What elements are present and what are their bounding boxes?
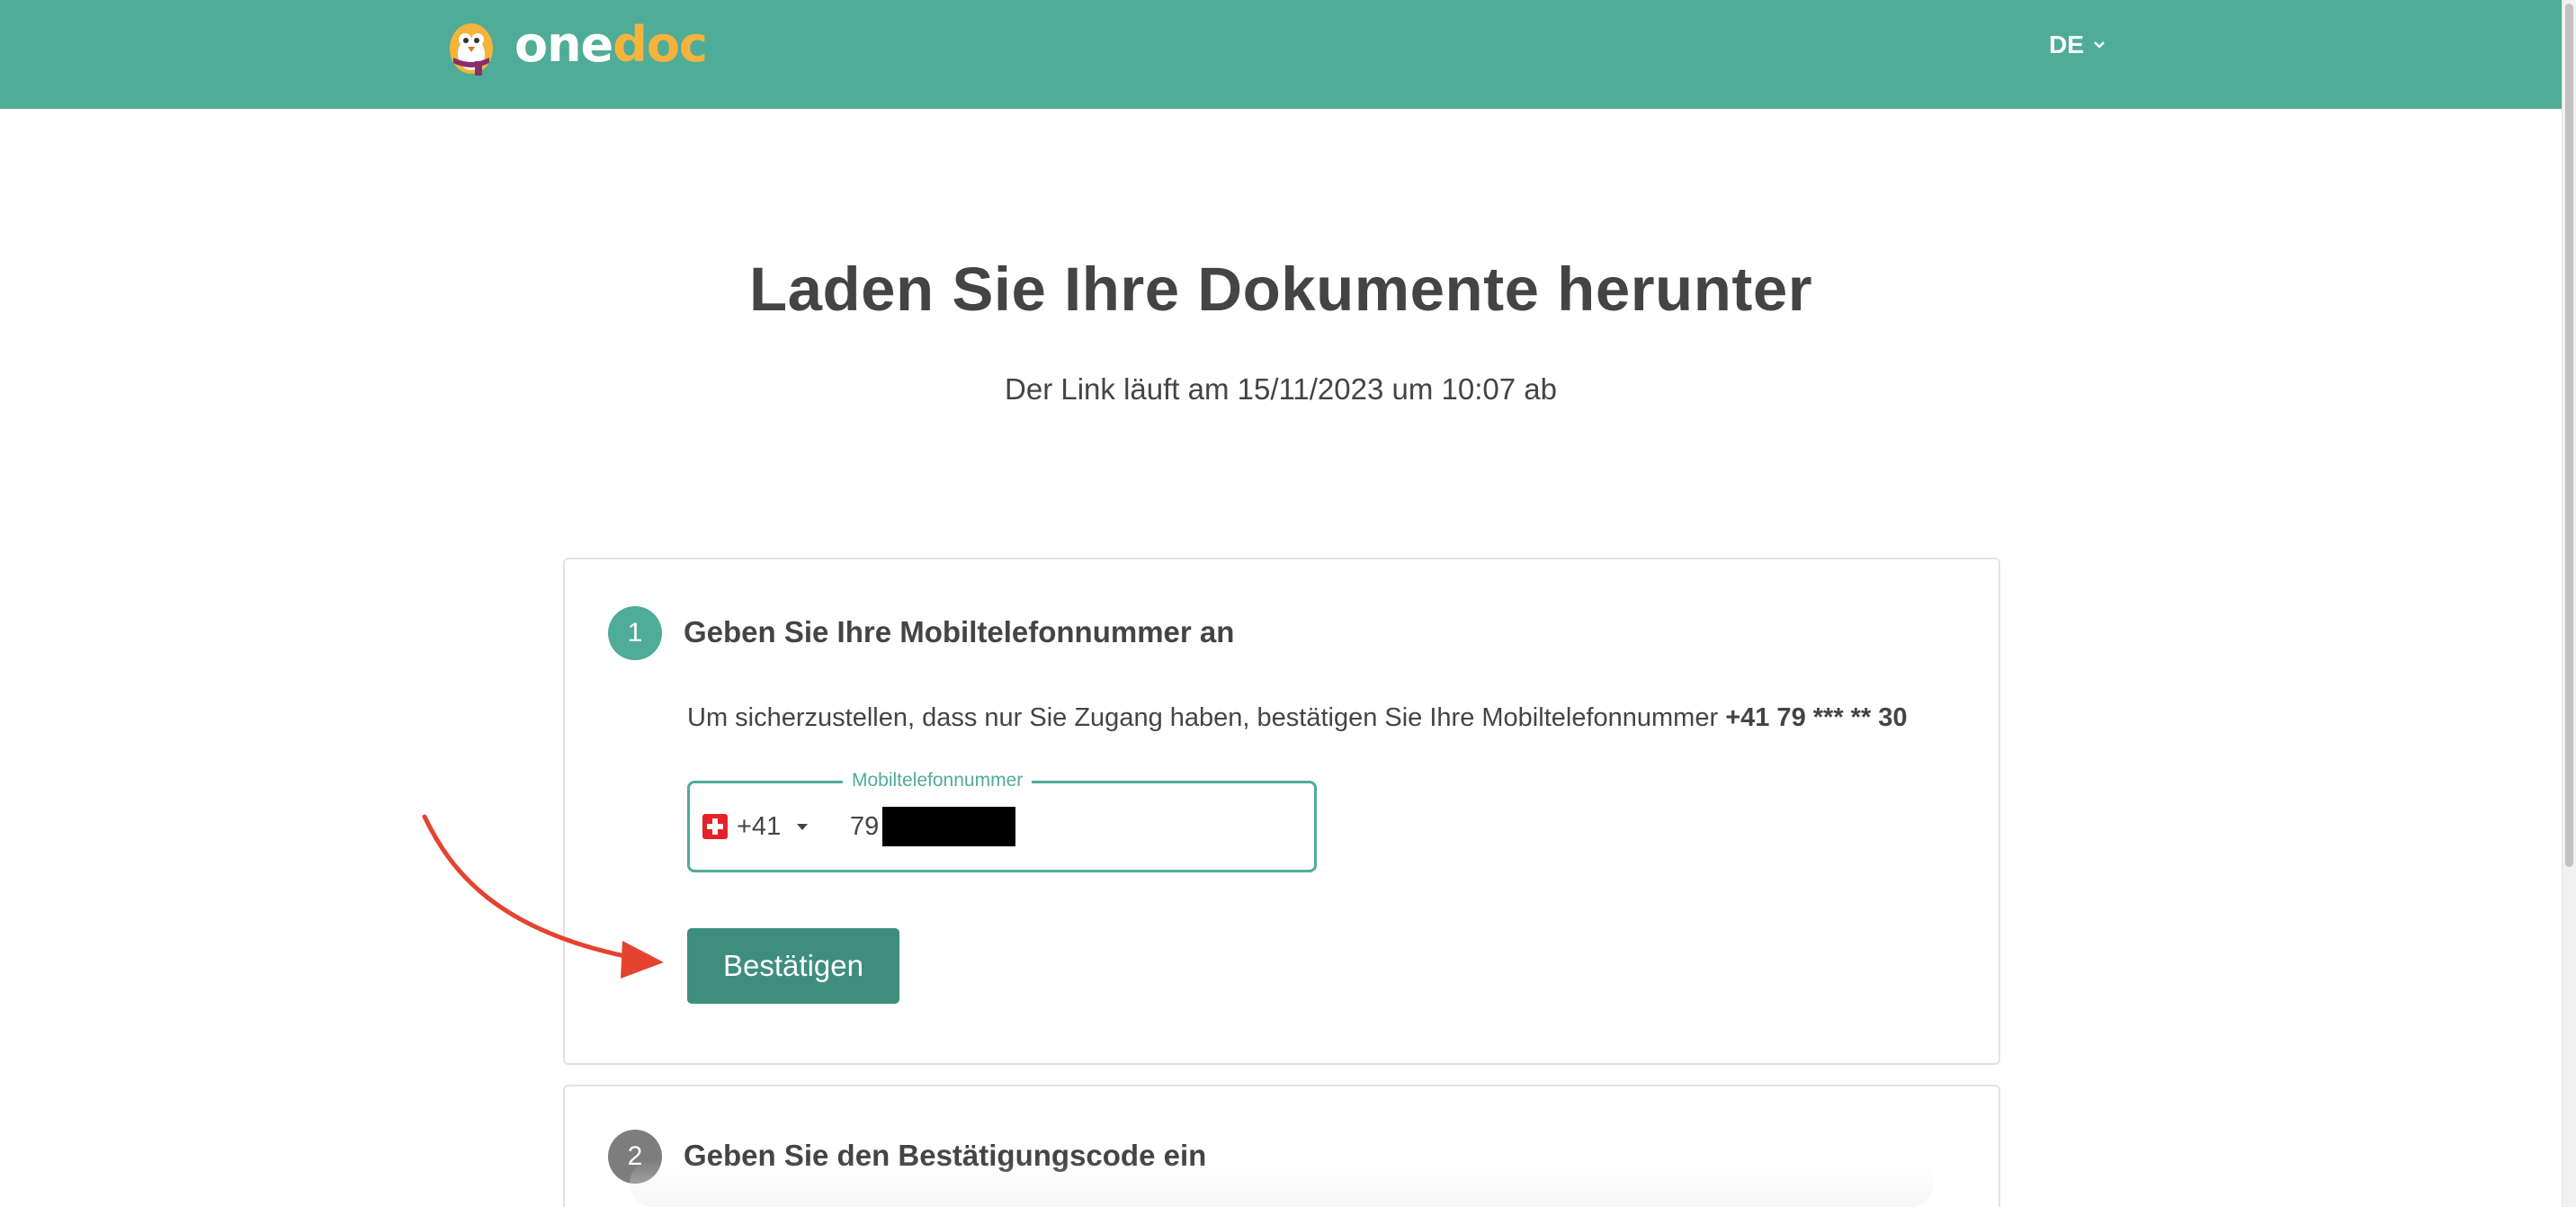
bottom-fade — [630, 1160, 1934, 1207]
phone-number-field[interactable]: Mobiltelefonnummer +41 79 — [687, 769, 1317, 872]
annotation-arrow-icon — [422, 814, 664, 979]
dial-code: +41 — [737, 811, 782, 841]
scrollbar-thumb[interactable] — [2565, 4, 2573, 867]
phone-instruction: Um sicherzustellen, dass nur Sie Zugang … — [687, 703, 1908, 733]
step-number-badge: 1 — [608, 606, 662, 660]
brand-wordmark: onedoc — [514, 21, 708, 69]
onedoc-logo[interactable]: onedoc — [439, 13, 708, 77]
top-navigation-bar: onedoc DE — [0, 0, 2562, 109]
language-selector[interactable]: DE — [2049, 27, 2106, 63]
link-expiry-text: Der Link läuft am 15/11/2023 um 10:07 ab — [1005, 372, 1557, 406]
step-title: Geben Sie Ihre Mobiltelefonnummer an — [684, 615, 1235, 648]
language-label: DE — [2049, 31, 2084, 58]
phone-input-value: 79 — [850, 811, 880, 841]
caret-down-icon — [797, 823, 809, 830]
confirm-button[interactable]: Bestätigen — [687, 928, 899, 1004]
page-scrollbar[interactable] — [2562, 0, 2576, 1207]
swiss-flag-icon — [702, 814, 728, 839]
phone-input[interactable]: 79 — [850, 783, 1016, 870]
step-card-phone: 1 Geben Sie Ihre Mobiltelefonnummer an U… — [563, 558, 2000, 1065]
masked-phone-number: +41 79 *** ** 30 — [1725, 703, 1908, 732]
redaction-block — [882, 807, 1016, 846]
page-title: Laden Sie Ihre Dokumente herunter — [748, 255, 1813, 324]
brand-doc: doc — [613, 16, 708, 73]
penguin-mascot-icon — [450, 23, 493, 76]
country-code-select[interactable]: +41 — [702, 783, 809, 870]
instruction-text: Um sicherzustellen, dass nur Sie Zugang … — [687, 703, 1719, 732]
brand-one: one — [514, 16, 613, 73]
chevron-down-icon — [2094, 41, 2105, 49]
